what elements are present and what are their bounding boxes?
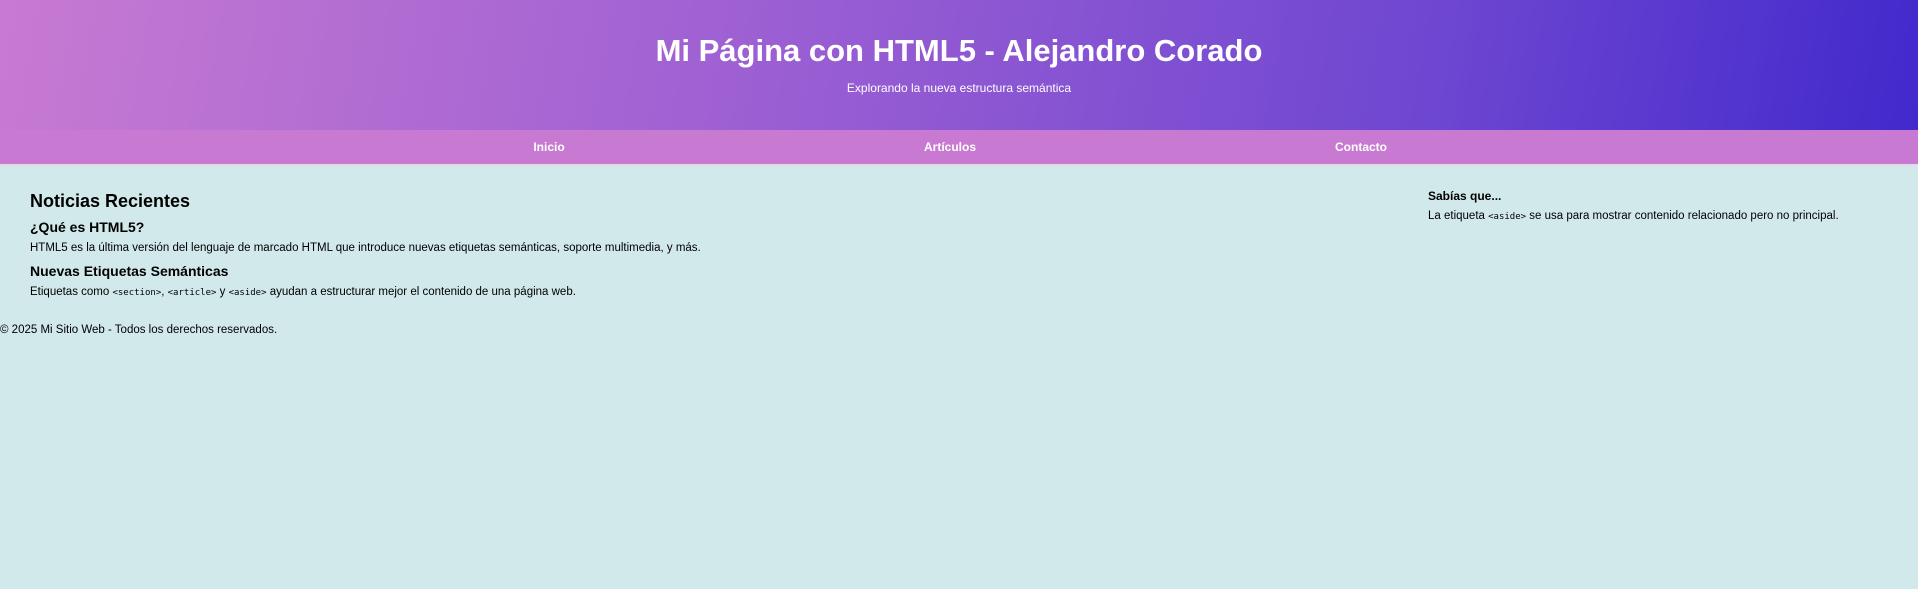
nav-link-contacto[interactable]: Contacto — [1335, 130, 1387, 164]
article-body-suffix: ayudan a estructurar mejor el contenido … — [266, 286, 576, 298]
aside-heading: Sabías que... — [1428, 189, 1502, 203]
news-section: Noticias Recientes ¿Qué es HTML5? HTML5 … — [30, 190, 930, 301]
site-footer: © 2025 Mi Sitio Web - Todos los derechos… — [0, 323, 277, 338]
page-title: Mi Página con HTML5 - Alejandro Corado — [655, 33, 1263, 68]
code-article-tag: <article> — [167, 288, 217, 298]
did-you-know-aside: Sabías que... La etiqueta <aside> se usa… — [1428, 188, 1898, 225]
article-what-is-html5: ¿Qué es HTML5? HTML5 es la última versió… — [30, 218, 930, 256]
code-aside-tag: <aside> — [1488, 212, 1527, 222]
nav-link-inicio[interactable]: Inicio — [533, 130, 564, 164]
aside-text: La etiqueta <aside> se usa para mostrar … — [1428, 209, 1898, 225]
article-body-prefix: Etiquetas como — [30, 286, 113, 298]
nav-link-articulos[interactable]: Artículos — [924, 130, 976, 164]
aside-text-suffix: se usa para mostrar contenido relacionad… — [1526, 210, 1839, 222]
code-aside-tag: <aside> — [228, 288, 267, 298]
aside-text-prefix: La etiqueta — [1428, 210, 1489, 222]
code-section-tag: <section> — [112, 288, 162, 298]
site-header: Mi Página con HTML5 - Alejandro Corado E… — [0, 0, 1918, 130]
article-title: Nuevas Etiquetas Semánticas — [30, 263, 229, 279]
page-subtitle: Explorando la nueva estructura semántica — [846, 81, 1072, 95]
section-heading: Noticias Recientes — [30, 191, 191, 211]
copyright-text: © 2025 Mi Sitio Web - Todos los derechos… — [0, 324, 278, 336]
page: Mi Página con HTML5 - Alejandro Corado E… — [0, 0, 1918, 589]
article-body: HTML5 es la última versión del lenguaje … — [30, 242, 701, 254]
article-body: Etiquetas como <section>, <article> y <a… — [30, 285, 930, 301]
main-nav: Inicio Artículos Contacto — [0, 130, 1918, 166]
article-title: ¿Qué es HTML5? — [30, 219, 145, 235]
separator-text: y — [216, 286, 229, 298]
article-semantic-tags: Nuevas Etiquetas Semánticas Etiquetas co… — [30, 262, 930, 301]
